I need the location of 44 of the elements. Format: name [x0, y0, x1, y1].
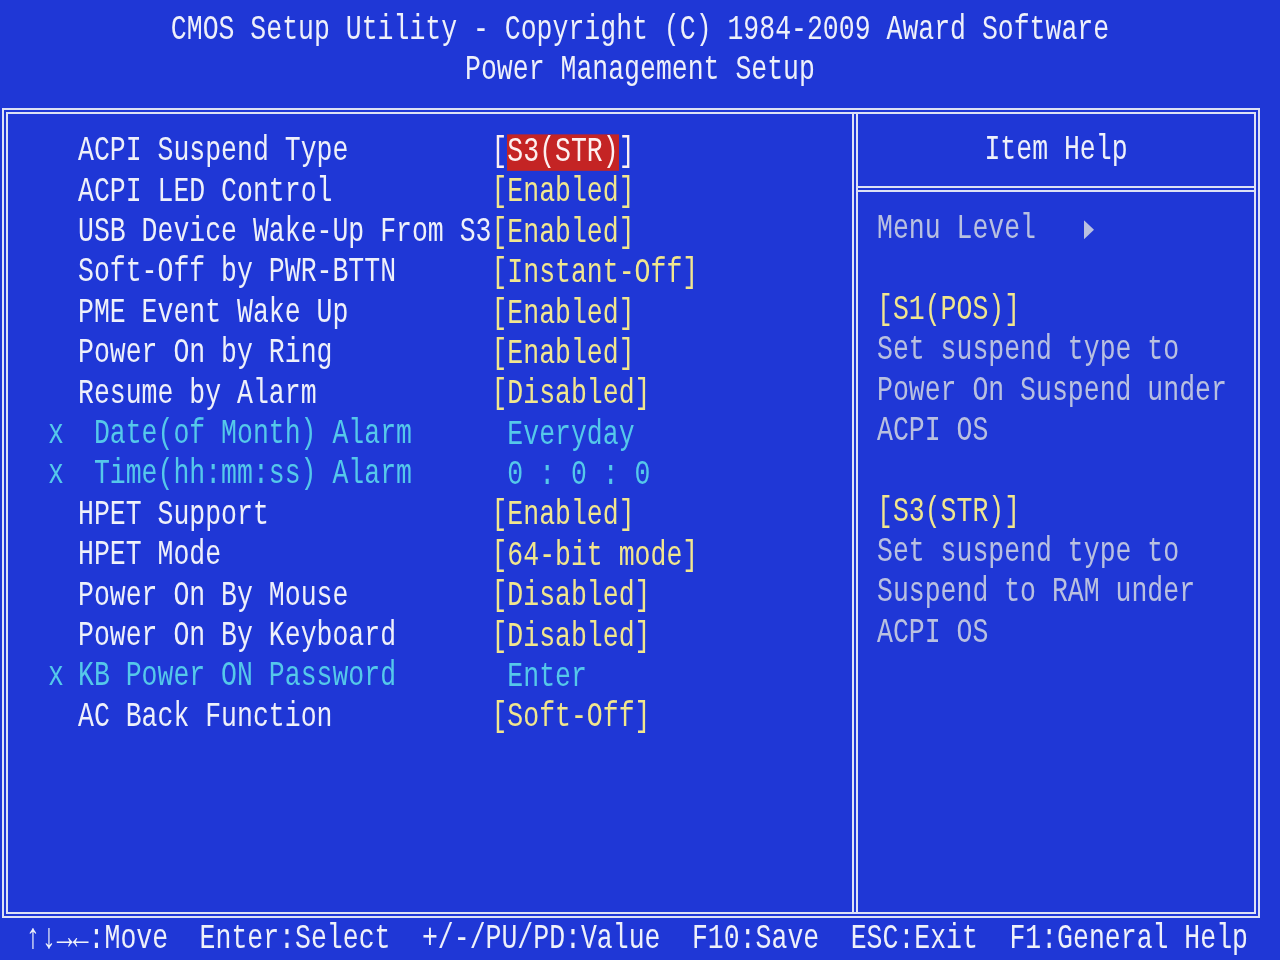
setting-label: ACPI Suspend Type [78, 133, 349, 170]
setting-value[interactable]: [Enabled] [491, 295, 635, 332]
key-hint: F1:General Help [1009, 921, 1248, 957]
setting-label: Time(hh:mm:ss) Alarm [93, 456, 412, 493]
help-title: Item Help [984, 132, 1128, 168]
setting-value[interactable]: [Disabled] [491, 619, 651, 655]
help-description: Set suspend type to Suspend to RAM under ACPI OS [877, 532, 1197, 655]
setting-label: KB Power ON Password [78, 658, 397, 695]
menu-level-label: Menu Level [877, 209, 1037, 250]
setting-value[interactable]: [Enabled] [491, 497, 635, 534]
key-hint: F10:Save [691, 921, 820, 957]
help-description: Set suspend type to Power On Suspend under ACPI OS [877, 330, 1228, 452]
setting-label: ACPI LED Control [78, 174, 333, 210]
setting-value[interactable]: [64-bit mode] [491, 538, 699, 574]
help-option: [S3(STR)] [877, 492, 1021, 533]
setting-label: HPET Mode [78, 537, 222, 574]
triangle-right-icon [1083, 220, 1094, 240]
setting-label: Power On by Ring [78, 335, 333, 372]
disabled-marker: x [48, 456, 64, 493]
header-subtitle: Power Management Setup [465, 52, 815, 88]
key-hint: ESC:Exit [850, 921, 978, 957]
setting-value[interactable]: [Disabled] [491, 578, 651, 615]
setting-value[interactable]: [Enabled] [491, 215, 635, 251]
key-hint: ↑↓→←:Move [25, 921, 169, 957]
setting-label: Soft-Off by PWR-BTTN [78, 254, 397, 291]
setting-label: Power On By Keyboard [78, 618, 397, 655]
setting-value[interactable]: [Instant-Off] [491, 255, 699, 292]
setting-value[interactable]: [Enabled] [491, 174, 635, 211]
disabled-marker: x [48, 416, 64, 453]
key-hint: +/-/PU/PD:Value [421, 921, 661, 957]
setting-label: PME Event Wake Up [78, 295, 349, 331]
header-title: CMOS Setup Utility - Copyright (C) 1984-2009 Award Software [170, 12, 1110, 48]
setting-value[interactable]: [Soft-Off] [491, 699, 651, 736]
setting-label: Date(of Month) Alarm [93, 416, 412, 453]
setting-label: Resume by Alarm [78, 376, 317, 412]
setting-label: HPET Support [78, 497, 269, 533]
key-hint: Enter:Select [199, 921, 391, 957]
help-option: [S1(POS)] [877, 290, 1021, 331]
setting-value[interactable]: [Disabled] [491, 376, 651, 413]
disabled-marker: x [48, 658, 64, 695]
setting-label: USB Device Wake-Up From S3 [78, 214, 492, 251]
setting-label: AC Back Function [78, 699, 333, 735]
setting-value[interactable]: [Enabled] [491, 336, 635, 373]
setting-label: Power On By Mouse [78, 577, 349, 614]
